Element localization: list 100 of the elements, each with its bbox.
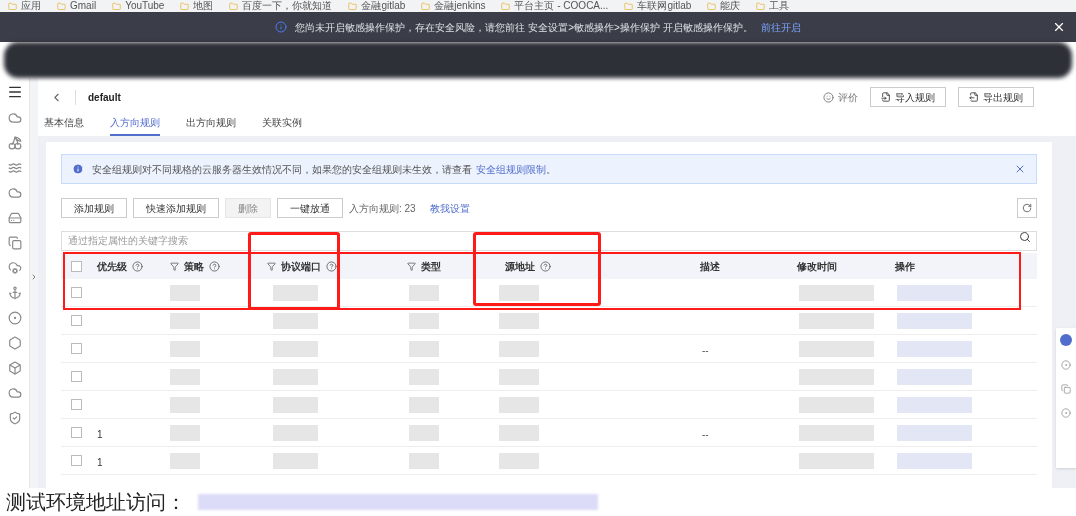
bookmark-link[interactable]: 工具: [769, 0, 790, 12]
service-icon[interactable]: [7, 161, 22, 175]
service-icon[interactable]: [7, 361, 22, 375]
copy-icon[interactable]: [1061, 384, 1071, 394]
service-icon[interactable]: [7, 186, 22, 200]
bookmark-link[interactable]: 金融gitlab: [361, 0, 406, 12]
export-button[interactable]: 导出规则: [958, 87, 1034, 107]
filter-icon[interactable]: [407, 261, 416, 271]
bookmark-link[interactable]: 百度一下，你就知道: [242, 0, 333, 12]
redacted-block: [499, 312, 539, 329]
redacted-block: [273, 396, 318, 413]
bookmark-link[interactable]: 应用: [21, 0, 41, 12]
redacted-block: [170, 396, 200, 413]
bookmark-icon: [57, 1, 66, 11]
search-icon: [1019, 231, 1031, 243]
limit-link[interactable]: 安全组规则限制: [476, 161, 546, 177]
redacted-block: [499, 368, 539, 385]
toolbar-button[interactable]: 一键放通: [277, 198, 343, 218]
expand-icon[interactable]: [30, 273, 38, 281]
column-header: 策略: [184, 259, 204, 274]
bookmark-link[interactable]: Gmail: [70, 0, 97, 12]
checkbox[interactable]: [70, 399, 82, 410]
redacted-block: [273, 340, 318, 357]
bookmark-icon: [756, 1, 766, 11]
checkbox[interactable]: [70, 260, 82, 272]
close-icon[interactable]: [1052, 20, 1066, 34]
redacted-block: [170, 284, 200, 301]
redacted-block: [409, 424, 439, 441]
service-icon[interactable]: [7, 136, 22, 150]
service-icon[interactable]: [7, 411, 22, 425]
info-icon: [72, 163, 84, 175]
bookmark-link[interactable]: 能庆: [720, 0, 741, 12]
service-icon[interactable]: [7, 261, 22, 275]
export-icon: [969, 92, 979, 102]
table-cell: 1: [97, 428, 103, 440]
rate-link[interactable]: 评价: [838, 89, 858, 105]
bookmark-icon: [348, 1, 358, 11]
circle-icon[interactable]: [1061, 408, 1071, 418]
import-button[interactable]: 导入规则: [870, 87, 946, 107]
table-cell: 1: [97, 456, 103, 468]
redacted-block: [499, 340, 539, 357]
tab[interactable]: 关联实例: [262, 115, 302, 136]
service-icon[interactable]: [7, 336, 22, 350]
toolbar-button[interactable]: 添加规则: [61, 198, 127, 218]
redacted-block: [170, 312, 200, 329]
menu-icon[interactable]: [6, 84, 23, 100]
notice-text: 您尚未开启敏感操作保护，存在安全风险，请您前往 安全设置>敏感操作>操作保护 开启敏感操作保护。: [295, 20, 753, 35]
service-icon[interactable]: [7, 236, 22, 250]
rule-count: 入方向规则: 23: [349, 201, 416, 216]
column-header: 修改时间: [797, 259, 837, 274]
filter-icon[interactable]: [267, 261, 276, 271]
refresh-icon: [1022, 203, 1032, 213]
import-icon: [881, 92, 891, 102]
checkbox[interactable]: [70, 287, 82, 298]
bookmark-link[interactable]: YouTube: [125, 0, 165, 12]
service-icon[interactable]: [7, 286, 22, 300]
redacted-block: [409, 312, 439, 329]
refresh-button[interactable]: [1017, 198, 1037, 218]
smile-icon[interactable]: [823, 91, 834, 103]
service-icon[interactable]: [7, 111, 22, 125]
toolbar-button[interactable]: 快速添加规则: [133, 198, 219, 218]
bookmark-link[interactable]: 地图: [193, 0, 214, 12]
filter-icon[interactable]: [170, 261, 179, 271]
search-field[interactable]: 通过指定属性的关键字搜索: [61, 230, 1037, 251]
bookmark-icon: [421, 1, 431, 11]
bookmark-link[interactable]: 金融jenkins: [434, 0, 486, 12]
circle-icon[interactable]: [1061, 360, 1071, 370]
bookmark-link[interactable]: 平台主页 - COOCA...: [514, 0, 609, 12]
bookmark-icon: [501, 1, 511, 11]
checkbox[interactable]: [70, 427, 82, 438]
checkbox[interactable]: [70, 343, 82, 354]
bookmark-icon: [8, 1, 17, 11]
service-icon[interactable]: [7, 211, 22, 225]
redacted-block: [499, 396, 539, 413]
enable-link[interactable]: 前往开启: [760, 19, 801, 35]
page-title: default: [75, 89, 121, 105]
service-icon[interactable]: [7, 311, 22, 325]
redacted-block: [409, 340, 439, 357]
redacted-block: [409, 284, 439, 301]
service-icon[interactable]: [7, 386, 22, 400]
tab[interactable]: 出方向规则: [186, 115, 236, 136]
help-link[interactable]: 教我设置: [429, 200, 470, 216]
bookmark-icon: [707, 1, 717, 11]
redacted-block: [273, 312, 318, 329]
redacted-block: [273, 368, 318, 385]
bookmark-icon: [112, 1, 122, 11]
info-icon: [275, 21, 288, 33]
redacted-block: [499, 424, 539, 441]
redacted-block: [409, 368, 439, 385]
bookmark-icon: [180, 1, 190, 11]
checkbox[interactable]: [70, 315, 82, 326]
bookmark-link[interactable]: 车联网gitlab: [637, 0, 692, 12]
redacted-block: [170, 452, 200, 469]
column-header: 协议端口: [281, 259, 321, 274]
tab[interactable]: 基本信息: [44, 115, 84, 136]
checkbox[interactable]: [70, 455, 82, 466]
redacted-block: [273, 452, 318, 469]
checkbox[interactable]: [70, 371, 82, 382]
redacted-block: [170, 424, 200, 441]
table-cell: --: [702, 344, 709, 356]
